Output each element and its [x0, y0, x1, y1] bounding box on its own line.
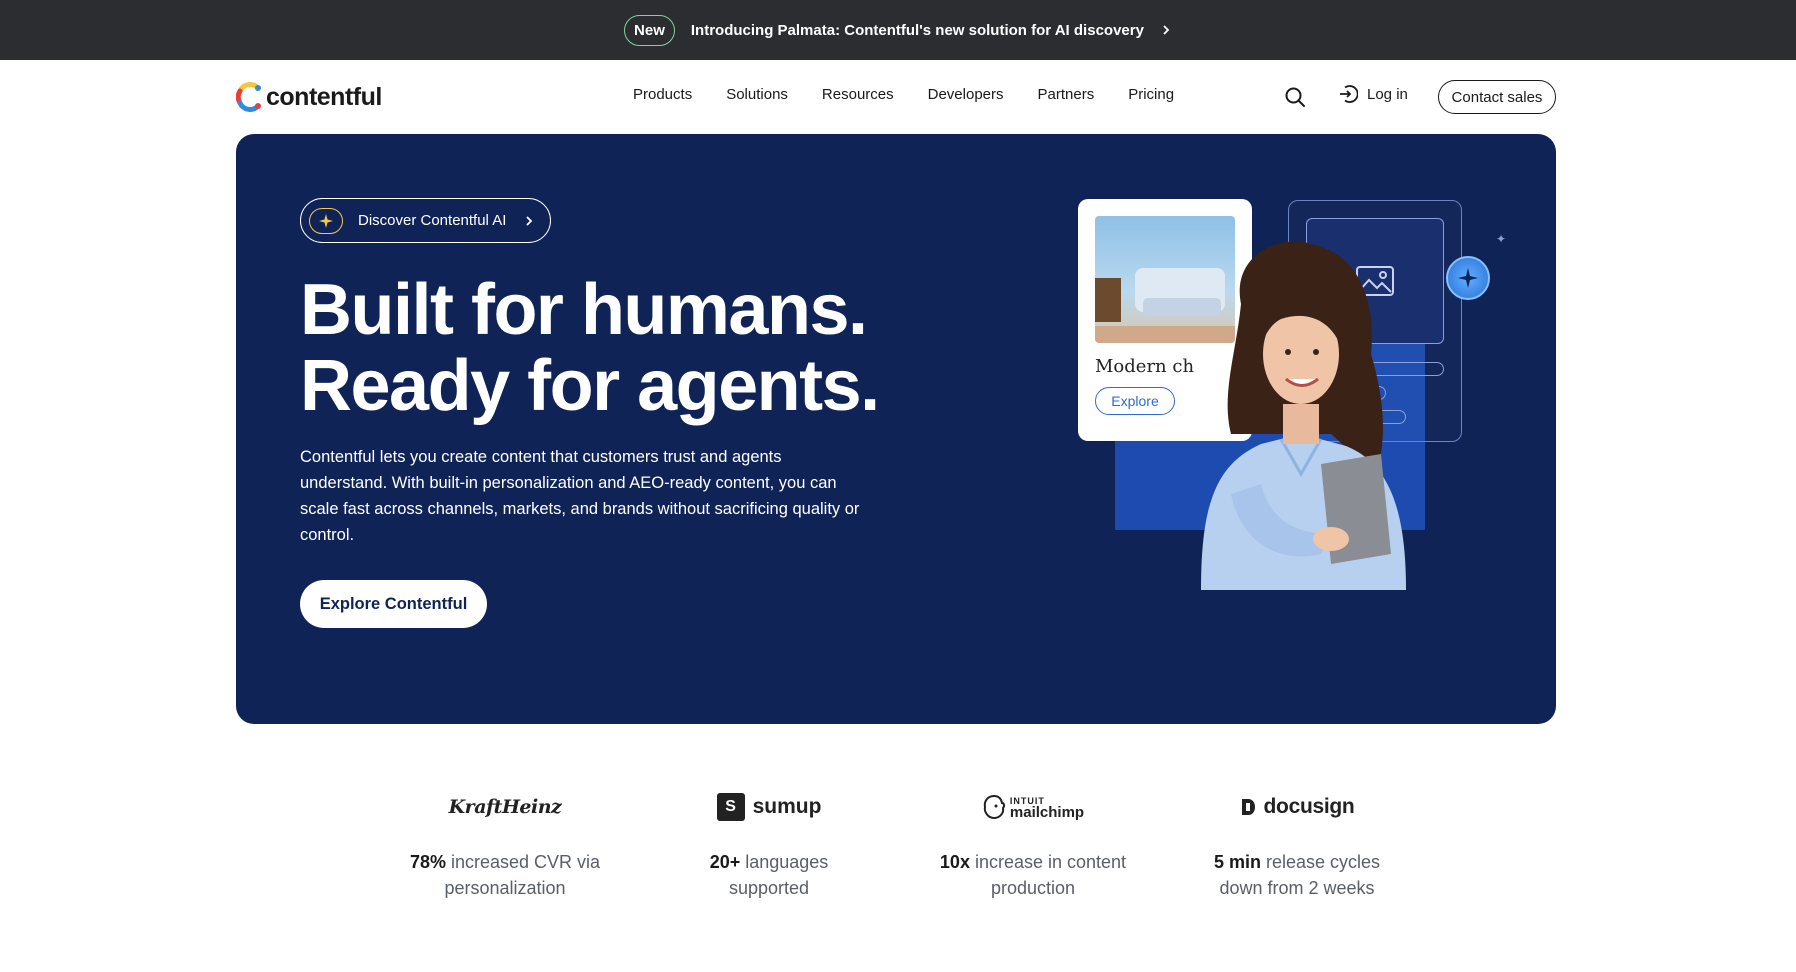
stat-text: 5 min release cycles down from 2 weeks — [1213, 852, 1381, 898]
stat-text: 20+ languages supported — [709, 852, 829, 898]
mailchimp-freddie-icon — [983, 794, 1005, 820]
hero-section: Discover Contentful AI Built for humans.… — [236, 134, 1556, 724]
login-label: Log in — [1367, 85, 1408, 103]
nav-item-partners[interactable]: Partners — [1038, 86, 1095, 103]
kraftheinz-logo: KraftHeinz — [448, 796, 562, 818]
login-icon — [1340, 85, 1358, 103]
nav-item-resources[interactable]: Resources — [822, 86, 894, 103]
hero-headline: Built for humans. Ready for agents. — [300, 270, 880, 426]
sparkle-icon — [309, 207, 343, 234]
product-card-explore-button: Explore — [1095, 387, 1175, 415]
search-icon[interactable] — [1284, 86, 1306, 108]
new-badge: New — [624, 14, 675, 46]
logo-wordmark: contentful — [266, 82, 382, 111]
contentful-logo-icon — [236, 82, 261, 112]
mailchimp-logo: INTUIT mailchimp — [982, 794, 1084, 820]
sumup-logo: sumup — [752, 795, 822, 818]
stat-kraftheinz: KraftHeinz 78% increased CVR via personal… — [395, 790, 615, 901]
contentful-logo[interactable]: contentful — [236, 82, 382, 112]
nav-item-products[interactable]: Products — [633, 86, 692, 103]
chevron-right-icon — [1163, 25, 1170, 35]
sumup-logo-mark: S — [716, 793, 745, 821]
stat-text: 10x increase in content production — [939, 852, 1127, 898]
login-link[interactable]: Log in — [1338, 84, 1408, 104]
stat-docusign: docusign 5 min release cycles down from 2… — [1187, 790, 1407, 901]
nav-item-solutions[interactable]: Solutions — [726, 86, 788, 103]
stat-sumup: S sumup 20+ languages supported — [659, 790, 879, 901]
nav-item-developers[interactable]: Developers — [928, 86, 1004, 103]
sparkle-icon — [1458, 268, 1478, 288]
pill-label: Discover Contentful AI — [358, 212, 507, 229]
chevron-right-icon — [526, 215, 533, 226]
explore-contentful-button[interactable]: Explore Contentful — [300, 580, 487, 628]
stat-mailchimp: INTUIT mailchimp 10x increase in content… — [923, 790, 1143, 901]
docusign-logo-mark — [1241, 799, 1255, 815]
announcement-bar[interactable]: New Introducing Palmata: Contentful's ne… — [0, 0, 1796, 60]
primary-menu: Products Solutions Resources Developers … — [633, 86, 1208, 103]
headline-line-2: Ready for agents. — [300, 346, 880, 426]
ai-sparkle-orb — [1446, 256, 1490, 300]
contact-sales-button[interactable]: Contact sales — [1438, 80, 1556, 114]
customer-stats: KraftHeinz 78% increased CVR via personal… — [395, 790, 1401, 920]
headline-line-1: Built for humans. — [300, 270, 868, 350]
person-illustration — [1201, 241, 1406, 590]
hero-illustration: Modern ch Explore ✦ — [1076, 194, 1516, 594]
discover-ai-pill[interactable]: Discover Contentful AI — [300, 198, 551, 243]
docusign-logo: docusign — [1263, 795, 1355, 818]
hero-description: Contentful lets you create content that … — [300, 448, 860, 544]
main-nav: contentful Products Solutions Resources … — [0, 60, 1796, 134]
nav-item-pricing[interactable]: Pricing — [1128, 86, 1174, 103]
stat-text: 78% increased CVR via personalization — [409, 852, 601, 898]
announcement-message[interactable]: Introducing Palmata: Contentful's new so… — [691, 22, 1144, 39]
sparkle-icon: ✦ — [1496, 232, 1507, 246]
